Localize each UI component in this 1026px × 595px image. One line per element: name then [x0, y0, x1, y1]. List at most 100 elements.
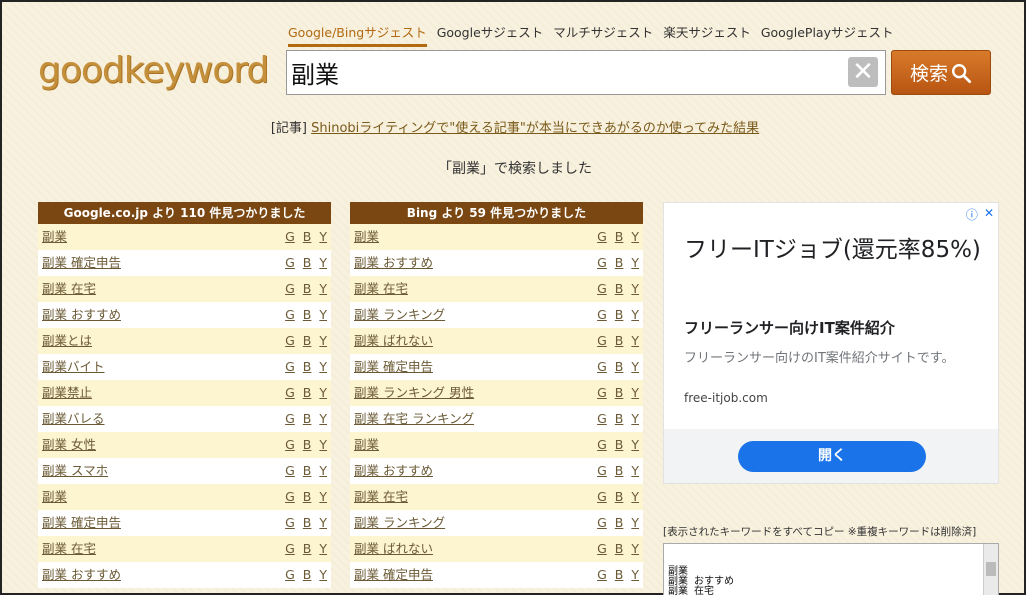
- engine-link-g[interactable]: G: [597, 458, 607, 484]
- keyword-link[interactable]: 副業 スマホ: [42, 458, 108, 484]
- keyword-link[interactable]: 副業 おすすめ: [42, 302, 121, 328]
- engine-link-y[interactable]: Y: [319, 432, 327, 458]
- engine-link-b[interactable]: B: [303, 328, 312, 354]
- keyword-link[interactable]: 副業: [354, 432, 379, 458]
- keyword-link[interactable]: 副業禁止: [42, 380, 92, 406]
- keyword-link[interactable]: 副業 在宅: [354, 276, 408, 302]
- keyword-link[interactable]: 副業バイト: [42, 354, 105, 380]
- engine-link-y[interactable]: Y: [319, 276, 327, 302]
- engine-link-b[interactable]: B: [615, 250, 624, 276]
- keyword-link[interactable]: 副業とは: [42, 328, 92, 354]
- engine-link-g[interactable]: G: [285, 484, 295, 510]
- clear-icon[interactable]: ✕: [848, 57, 878, 87]
- keyword-link[interactable]: 副業バレる: [42, 406, 105, 432]
- engine-link-g[interactable]: G: [285, 536, 295, 562]
- search-input[interactable]: [289, 53, 843, 91]
- engine-link-y[interactable]: Y: [631, 484, 639, 510]
- keyword-link[interactable]: 副業 確定申告: [42, 250, 121, 276]
- engine-link-g[interactable]: G: [285, 224, 295, 250]
- engine-link-y[interactable]: Y: [319, 224, 327, 250]
- engine-link-y[interactable]: Y: [631, 302, 639, 328]
- keyword-link[interactable]: 副業 在宅 ランキング: [354, 406, 474, 432]
- engine-link-b[interactable]: B: [303, 458, 312, 484]
- engine-link-y[interactable]: Y: [319, 250, 327, 276]
- engine-link-b[interactable]: B: [615, 510, 624, 536]
- keyword-link[interactable]: 副業 確定申告: [354, 354, 433, 380]
- engine-link-g[interactable]: G: [597, 510, 607, 536]
- engine-link-y[interactable]: Y: [631, 224, 639, 250]
- tab-multi[interactable]: マルチサジェスト: [553, 22, 653, 47]
- search-button[interactable]: 検索: [891, 50, 991, 95]
- engine-link-g[interactable]: G: [597, 380, 607, 406]
- engine-link-g[interactable]: G: [285, 406, 295, 432]
- engine-link-b[interactable]: B: [615, 484, 624, 510]
- engine-link-b[interactable]: B: [615, 536, 624, 562]
- engine-link-g[interactable]: G: [285, 328, 295, 354]
- keyword-link[interactable]: 副業 ランキング: [354, 302, 445, 328]
- engine-link-y[interactable]: Y: [631, 328, 639, 354]
- tab-googleplay[interactable]: GooglePlayサジェスト: [761, 22, 894, 47]
- engine-link-b[interactable]: B: [303, 276, 312, 302]
- engine-link-b[interactable]: B: [615, 380, 624, 406]
- engine-link-b[interactable]: B: [615, 302, 624, 328]
- engine-link-g[interactable]: G: [285, 276, 295, 302]
- engine-link-y[interactable]: Y: [631, 250, 639, 276]
- keyword-link[interactable]: 副業 ランキング: [354, 510, 445, 536]
- engine-link-y[interactable]: Y: [631, 510, 639, 536]
- engine-link-y[interactable]: Y: [319, 484, 327, 510]
- engine-link-b[interactable]: B: [303, 510, 312, 536]
- keyword-link[interactable]: 副業 在宅: [42, 536, 96, 562]
- ad-icons[interactable]: ⓘ ✕: [966, 206, 994, 223]
- engine-link-g[interactable]: G: [597, 562, 607, 588]
- engine-link-b[interactable]: B: [303, 406, 312, 432]
- engine-link-b[interactable]: B: [303, 354, 312, 380]
- engine-link-y[interactable]: Y: [319, 536, 327, 562]
- engine-link-g[interactable]: G: [285, 510, 295, 536]
- engine-link-y[interactable]: Y: [319, 510, 327, 536]
- engine-link-g[interactable]: G: [597, 354, 607, 380]
- engine-link-y[interactable]: Y: [319, 562, 327, 588]
- keyword-link[interactable]: 副業 ランキング 男性: [354, 380, 474, 406]
- engine-link-g[interactable]: G: [597, 302, 607, 328]
- keyword-link[interactable]: 副業 在宅: [354, 484, 408, 510]
- ad-title[interactable]: フリーITジョブ(還元率85%): [684, 233, 984, 268]
- ad-open-button[interactable]: 開く: [738, 441, 926, 472]
- engine-link-y[interactable]: Y: [631, 562, 639, 588]
- engine-link-y[interactable]: Y: [631, 276, 639, 302]
- engine-link-g[interactable]: G: [597, 276, 607, 302]
- engine-link-b[interactable]: B: [303, 484, 312, 510]
- info-icon[interactable]: ⓘ: [966, 206, 978, 223]
- engine-link-y[interactable]: Y: [631, 458, 639, 484]
- engine-link-g[interactable]: G: [597, 536, 607, 562]
- engine-link-b[interactable]: B: [303, 432, 312, 458]
- engine-link-b[interactable]: B: [615, 406, 624, 432]
- keyword-link[interactable]: 副業 女性: [42, 432, 96, 458]
- engine-link-b[interactable]: B: [303, 562, 312, 588]
- keyword-link[interactable]: 副業: [354, 224, 379, 250]
- engine-link-b[interactable]: B: [615, 562, 624, 588]
- engine-link-y[interactable]: Y: [631, 354, 639, 380]
- copy-scrollbar[interactable]: [983, 544, 998, 595]
- engine-link-g[interactable]: G: [285, 562, 295, 588]
- keyword-link[interactable]: 副業 在宅: [42, 276, 96, 302]
- engine-link-g[interactable]: G: [285, 458, 295, 484]
- engine-link-b[interactable]: B: [303, 380, 312, 406]
- engine-link-y[interactable]: Y: [631, 432, 639, 458]
- engine-link-y[interactable]: Y: [631, 536, 639, 562]
- engine-link-y[interactable]: Y: [319, 406, 327, 432]
- engine-link-y[interactable]: Y: [319, 458, 327, 484]
- keyword-link[interactable]: 副業: [42, 484, 67, 510]
- engine-link-b[interactable]: B: [615, 328, 624, 354]
- logo[interactable]: goodkeyword: [38, 50, 269, 91]
- engine-link-g[interactable]: G: [597, 328, 607, 354]
- engine-link-b[interactable]: B: [303, 302, 312, 328]
- engine-link-g[interactable]: G: [597, 432, 607, 458]
- keyword-link[interactable]: 副業 確定申告: [42, 510, 121, 536]
- article-link[interactable]: Shinobiライティングで"使える記事"が本当にできあがるのか使ってみた結果: [311, 121, 759, 136]
- engine-link-y[interactable]: Y: [631, 380, 639, 406]
- engine-link-y[interactable]: Y: [319, 354, 327, 380]
- close-icon[interactable]: ✕: [984, 206, 994, 223]
- engine-link-b[interactable]: B: [615, 224, 624, 250]
- engine-link-b[interactable]: B: [615, 276, 624, 302]
- engine-link-g[interactable]: G: [597, 250, 607, 276]
